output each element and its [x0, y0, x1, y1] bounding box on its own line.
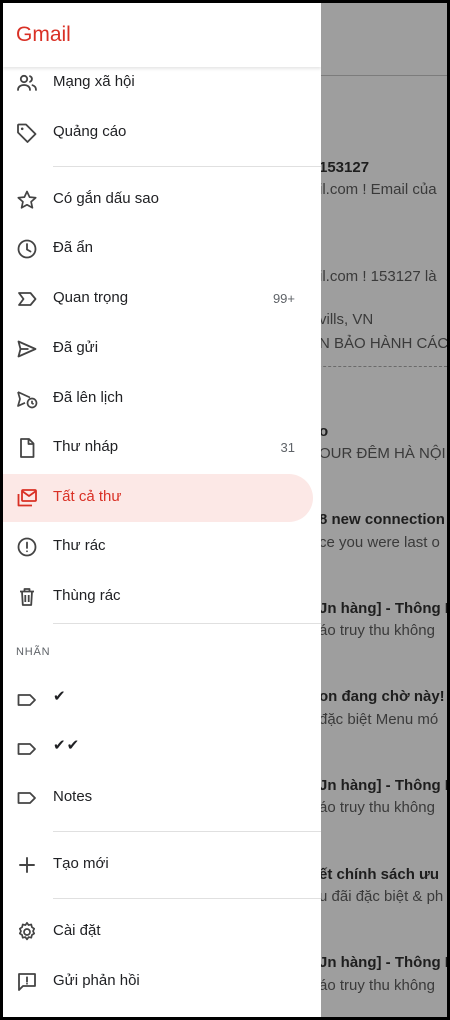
email-subject: vills, VN — [319, 311, 374, 328]
drawer-item-label: Gửi phản hồi — [53, 972, 140, 989]
star-icon — [15, 188, 39, 212]
drawer-item-label: Notes — [53, 788, 93, 805]
draft-count-badge: 31 — [280, 440, 295, 455]
drawer-item-snoozed[interactable]: Đã ẩn — [3, 225, 313, 273]
drawer-label-check[interactable]: ✔ — [3, 676, 313, 724]
send-icon — [15, 337, 39, 361]
email-snippet: ce you were last o — [319, 534, 440, 551]
email-snippet: il.com ! Email của — [319, 181, 437, 198]
scheduled-send-icon — [15, 387, 39, 411]
drawer-item-label: Thư rác — [53, 537, 106, 554]
drawer-label-notes[interactable]: Notes — [3, 774, 313, 822]
clock-icon — [15, 237, 39, 261]
drawer-item-promotions[interactable]: Quảng cáo — [3, 109, 313, 157]
drawer-item-all-mail[interactable]: Tất cả thư — [3, 474, 313, 522]
tag-icon — [15, 121, 39, 145]
email-sender: Jn hàng] - Thông B — [319, 777, 447, 794]
important-icon — [15, 287, 39, 311]
divider — [53, 166, 321, 167]
drawer-label-double-check[interactable]: ✔✔ — [3, 725, 313, 773]
email-sender: 153127 — [319, 159, 370, 176]
email-sender: on đang chờ này! — [319, 688, 445, 705]
drawer-item-label: Đã ẩn — [53, 239, 94, 256]
drawer-item-feedback[interactable]: Gửi phản hồi — [3, 958, 313, 1006]
app-title: Gmail — [16, 23, 71, 46]
drawer-item-sent[interactable]: Đã gửi — [3, 325, 313, 373]
drawer-item-trash[interactable]: Thùng rác — [3, 573, 313, 621]
draft-file-icon — [15, 436, 39, 460]
email-snippet: N BẢO HÀNH CÁC I — [319, 335, 447, 352]
drawer-item-label: Đã lên lịch — [53, 389, 124, 406]
unread-count-badge: 99+ — [272, 291, 295, 306]
drawer-item-label: Có gắn dấu sao — [53, 190, 159, 207]
trash-icon — [15, 585, 39, 609]
divider — [53, 898, 321, 899]
label-icon — [15, 688, 39, 712]
drawer-item-drafts[interactable]: Thư nháp 31 — [3, 424, 313, 472]
email-sender: ết chính sách ưu — [319, 866, 440, 883]
email-snippet: áo truy thu không — [319, 799, 435, 816]
divider — [303, 75, 447, 76]
feedback-icon — [15, 970, 39, 994]
all-mail-icon — [15, 486, 39, 510]
drawer-item-label: Tất cả thư — [53, 488, 122, 505]
label-icon — [15, 786, 39, 810]
drawer-item-label: Đã gửi — [53, 339, 99, 356]
drawer-item-label: Cài đặt — [53, 922, 101, 939]
people-icon — [15, 71, 39, 95]
drawer-item-label: Thùng rác — [53, 587, 121, 604]
drawer-item-scheduled[interactable]: Đã lên lịch — [3, 375, 313, 423]
divider — [53, 831, 321, 832]
drawer-header: Gmail — [3, 3, 321, 67]
email-snippet: đặc biệt Menu mó — [319, 711, 439, 728]
spam-icon — [15, 535, 39, 559]
phone-screen: 153127 il.com ! Email của il.com ! 15312… — [3, 3, 447, 1017]
create-new-label-button[interactable]: Tạo mới — [3, 841, 313, 889]
email-snippet: OUR ĐÊM HÀ NỘI — [319, 445, 446, 462]
plus-icon — [15, 853, 39, 877]
drawer-item-label: ✔ — [53, 688, 67, 705]
dashed-divider — [303, 366, 447, 367]
email-snippet: il.com ! 153127 là — [319, 268, 437, 285]
drawer-item-label: Quan trọng — [53, 289, 129, 306]
drawer-item-starred[interactable]: Có gắn dấu sao — [3, 176, 313, 224]
email-snippet: u đãi đặc biệt & ph — [319, 888, 444, 905]
email-sender: Jn hàng] - Thông B — [319, 954, 447, 971]
divider — [53, 623, 321, 624]
labels-section-header: NHÃN — [16, 646, 51, 658]
drawer-item-label: Mạng xã hội — [53, 73, 135, 90]
drawer-item-settings[interactable]: Cài đặt — [3, 908, 313, 956]
drawer-item-label: Quảng cáo — [53, 123, 127, 140]
navigation-drawer: Gmail Mạng xã hội Quảng cáo Có gắn dấu s… — [3, 3, 321, 1017]
email-sender: Jn hàng] - Thông B — [319, 600, 447, 617]
drawer-item-label: Tạo mới — [53, 855, 109, 872]
email-snippet: áo truy thu không — [319, 622, 435, 639]
label-icon — [15, 737, 39, 761]
drawer-item-label: ✔✔ — [53, 737, 81, 754]
settings-gear-icon — [15, 920, 39, 944]
drawer-item-label: Thư nháp — [53, 438, 119, 455]
drawer-item-important[interactable]: Quan trọng 99+ — [3, 275, 313, 323]
drawer-item-spam[interactable]: Thư rác — [3, 523, 313, 571]
email-snippet: áo truy thu không — [319, 977, 435, 994]
email-sender: 8 new connection — [319, 511, 445, 528]
